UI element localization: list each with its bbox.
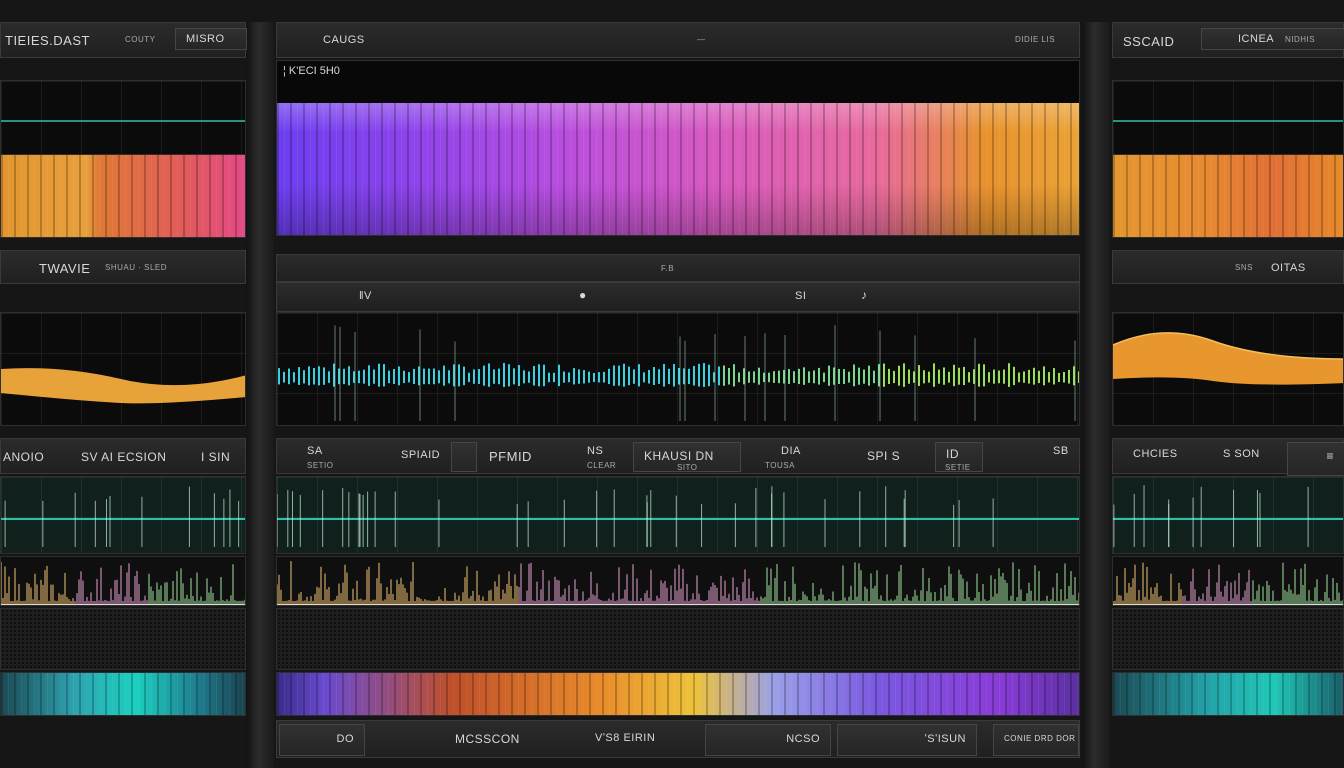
left-title: TIEIES.DAST (5, 33, 90, 48)
right-title: SSCAID (1123, 34, 1175, 49)
center-row-small-1: SETIO (307, 461, 334, 470)
right-spikes-panel (1112, 556, 1344, 606)
center-footer-6[interactable]: CONIE DRD DOR (993, 724, 1079, 756)
center-footer-2[interactable]: MCSSCON (455, 732, 520, 746)
left-header-button[interactable]: MISRO (175, 28, 247, 50)
center-row-bar: SA SETIO SPIAID PFMID NS CLEAR KHAUSI DN… (276, 438, 1080, 474)
left-header-small: COUTY (125, 35, 156, 44)
center-teal-panel (276, 476, 1080, 554)
center-row-label-9[interactable]: SB (1053, 445, 1069, 457)
left-row-bar: ANOIO SV AI ECSION I SIN (0, 438, 246, 474)
center-row-label-6[interactable]: DIA (781, 445, 801, 457)
right-header-button[interactable]: ICNEA (1201, 28, 1344, 50)
center-row-label-7[interactable]: SPI S (867, 449, 900, 463)
right-header: SSCAID ICNEA NIDHIS (1112, 22, 1344, 58)
center-row-small-5: SETIE (945, 463, 971, 472)
center-spectrum-panel: ¦ K'ECI 5H0 (276, 60, 1080, 236)
left-teal-spectrum (0, 672, 246, 716)
left-mid-bar: TWAVIE SHUAU · SLED (0, 250, 246, 284)
left-spectrum-panel (0, 154, 246, 238)
right-menu-icon[interactable]: ≡ (1287, 442, 1344, 476)
left-mid-small: SHUAU · SLED (105, 263, 168, 272)
right-row-label-2[interactable]: S SON (1223, 448, 1260, 460)
left-row-label-1[interactable]: ANOIO (3, 450, 44, 464)
right-mid-label: OITAS (1271, 262, 1306, 274)
center-toolbar-right[interactable]: DIDIE LIS (1015, 35, 1055, 44)
right-mesh-panel (1112, 608, 1344, 670)
left-spikes-panel (0, 556, 246, 606)
center-color-spectrum (276, 672, 1080, 716)
center-bar-3: ‖V ● SI ♪ (276, 282, 1080, 312)
center-bar-3-item-1[interactable]: ‖V (359, 290, 372, 302)
right-splitter[interactable] (1082, 22, 1110, 768)
center-bar-3-item-3[interactable]: SI (795, 290, 806, 302)
center-spikes-panel (276, 556, 1080, 606)
center-row-small-2: CLEAR (587, 461, 617, 470)
center-mesh-panel (276, 608, 1080, 670)
right-mid-small: SNS (1235, 263, 1253, 272)
center-footer-1[interactable]: DO (279, 724, 365, 756)
left-row-label-2[interactable]: SV AI ECSION (81, 450, 166, 464)
center-row-slot[interactable] (451, 442, 477, 472)
right-row-bar: CHCIES S SON ≡ (1112, 438, 1344, 476)
center-toolbar-mid: ― (697, 35, 706, 44)
right-mid-bar: SNS OITAS (1112, 250, 1344, 284)
left-row-label-3[interactable]: I SIN (201, 450, 230, 464)
center-footer-5[interactable]: ʹSʹISUN (837, 724, 977, 756)
left-curve-panel (0, 312, 246, 426)
center-row-label-1[interactable]: SA (307, 445, 323, 457)
note-icon[interactable]: ♪ (861, 288, 868, 302)
left-teal-panel (0, 476, 246, 554)
center-row-small-4: TOUSA (765, 461, 795, 470)
right-spectrum-panel (1112, 154, 1344, 238)
left-panel: TIEIES.DAST COUTY MISRO TWAVIE SHUAU · S… (0, 22, 247, 760)
center-bar-2-text: F.B (661, 264, 675, 273)
center-bar-2: F.B (276, 254, 1080, 282)
record-dot-icon[interactable]: ● (579, 288, 587, 302)
center-row-label-4[interactable]: NS (587, 445, 603, 457)
center-row-label-2[interactable]: SPIAID (401, 449, 440, 461)
center-footer-3[interactable]: VʹS8 EIRIN (595, 732, 655, 744)
left-splitter[interactable] (246, 22, 274, 768)
left-mesh-panel (0, 608, 246, 670)
center-waveform-panel (276, 312, 1080, 426)
center-toolbar: CAUGS ― DIDIE LIS (276, 22, 1080, 58)
center-row-small-3: SITO (677, 463, 698, 472)
center-footer: DO MCSSCON VʹS8 EIRIN NCSO ʹSʹISUN CONIE… (276, 720, 1080, 758)
center-row-label-3[interactable]: PFMID (489, 449, 532, 464)
right-curve-panel (1112, 312, 1344, 426)
left-header: TIEIES.DAST COUTY MISRO (0, 22, 247, 58)
center-spectrum-label: ¦ K'ECI 5H0 (283, 65, 340, 77)
right-teal-panel (1112, 476, 1344, 554)
right-row-label-1[interactable]: CHCIES (1133, 448, 1178, 460)
center-footer-4[interactable]: NCSO (705, 724, 831, 756)
center-panel: CAUGS ― DIDIE LIS ¦ K'ECI 5H0 F.B ‖V ● S… (276, 22, 1080, 760)
right-panel: SSCAID ICNEA NIDHIS SNS OITAS CHCIES S S… (1112, 22, 1344, 760)
left-mid-label: TWAVIE (39, 261, 91, 276)
right-teal-spectrum (1112, 672, 1344, 716)
center-toolbar-left[interactable]: CAUGS (323, 34, 365, 46)
right-header-small: NIDHIS (1285, 35, 1316, 44)
